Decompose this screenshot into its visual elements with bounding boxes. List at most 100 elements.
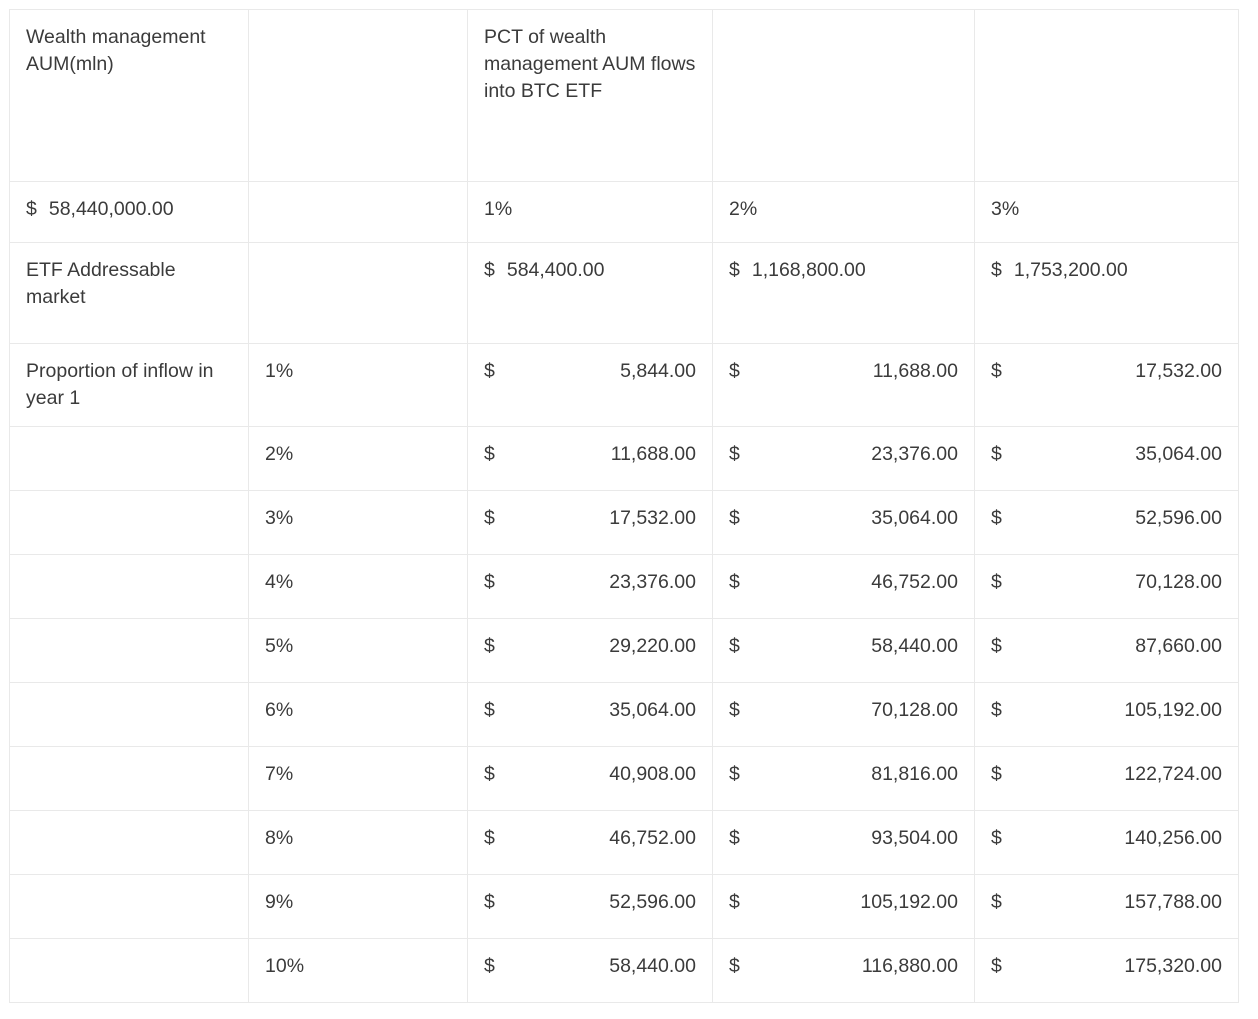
cell-inflow-value-scenario-1[interactable]: $17,532.00: [468, 490, 713, 554]
etf-addressable-market-row: ETF Addressable market $ 584,400.00 $ 1,…: [10, 243, 1239, 344]
cell-proportion-of-inflow-label[interactable]: Proportion of inflow in year 1: [10, 344, 249, 427]
cell-inflow-value-scenario-1[interactable]: $46,752.00: [468, 810, 713, 874]
currency-symbol: $: [991, 358, 1008, 385]
blank-text: [26, 441, 232, 442]
cell-inflow-value-scenario-2[interactable]: $58,440.00: [713, 618, 975, 682]
cell-pct-of-wealth-management-header[interactable]: PCT of wealth management AUM flows into …: [468, 10, 713, 182]
cell-scenario-header-1pct[interactable]: 1%: [468, 182, 713, 243]
money-value: $175,320.00: [991, 953, 1222, 980]
amount-text: 58,440,000.00: [49, 196, 174, 223]
cell-inflow-value-scenario-2[interactable]: $93,504.00: [713, 810, 975, 874]
cell-inflow-proportion-percent[interactable]: 3%: [249, 490, 468, 554]
amount-text: 105,192.00: [1124, 697, 1222, 724]
blank-text: [26, 825, 232, 826]
cell-inflow-value-scenario-3[interactable]: $87,660.00: [975, 618, 1239, 682]
cell-row-label-blank[interactable]: [10, 490, 249, 554]
cell-inflow-value-scenario-2[interactable]: $11,688.00: [713, 344, 975, 427]
currency-symbol: $: [484, 257, 507, 284]
currency-symbol: $: [484, 697, 501, 724]
pct-flows-into-btc-etf-label: PCT of wealth management AUM flows into …: [484, 26, 695, 102]
cell-inflow-value-scenario-3[interactable]: $70,128.00: [975, 554, 1239, 618]
cell-etf-addressable-market-label[interactable]: ETF Addressable market: [10, 243, 249, 344]
cell-inflow-value-scenario-1[interactable]: $23,376.00: [468, 554, 713, 618]
cell-inflow-value-scenario-1[interactable]: $58,440.00: [468, 938, 713, 1002]
cell-row-label-blank[interactable]: [10, 938, 249, 1002]
etf-addressable-market-table: Wealth management AUM(mln) PCT of wealth…: [9, 9, 1239, 1003]
cell-row-label-blank[interactable]: [10, 682, 249, 746]
money-value: $46,752.00: [484, 825, 696, 852]
cell-inflow-proportion-percent[interactable]: 7%: [249, 746, 468, 810]
cell-inflow-proportion-percent[interactable]: 1%: [249, 344, 468, 427]
cell-inflow-value-scenario-1[interactable]: $40,908.00: [468, 746, 713, 810]
money-value: $46,752.00: [729, 569, 958, 596]
cell-row-label-blank[interactable]: [10, 874, 249, 938]
cell-inflow-value-scenario-1[interactable]: $11,688.00: [468, 426, 713, 490]
money-value: $40,908.00: [484, 761, 696, 788]
cell-inflow-value-scenario-3[interactable]: $105,192.00: [975, 682, 1239, 746]
cell-inflow-value-scenario-2[interactable]: $81,816.00: [713, 746, 975, 810]
cell-inflow-proportion-percent[interactable]: 2%: [249, 426, 468, 490]
cell-inflow-proportion-percent[interactable]: 10%: [249, 938, 468, 1002]
cell-aum-amount[interactable]: $ 58,440,000.00: [10, 182, 249, 243]
money-value: $58,440.00: [484, 953, 696, 980]
cell-inflow-value-scenario-2[interactable]: $105,192.00: [713, 874, 975, 938]
cell-addressable-market-3pct[interactable]: $ 1,753,200.00: [975, 243, 1239, 344]
cell-inflow-proportion-percent[interactable]: 9%: [249, 874, 468, 938]
cell-inflow-value-scenario-2[interactable]: $23,376.00: [713, 426, 975, 490]
cell-inflow-value-scenario-2[interactable]: $35,064.00: [713, 490, 975, 554]
blank-text: [26, 761, 232, 762]
money-value: $23,376.00: [729, 441, 958, 468]
cell-header-blank-1[interactable]: [249, 10, 468, 182]
cell-inflow-proportion-percent[interactable]: 6%: [249, 682, 468, 746]
currency-symbol: $: [484, 505, 501, 532]
cell-inflow-value-scenario-1[interactable]: $5,844.00: [468, 344, 713, 427]
cell-addressable-market-2pct[interactable]: $ 1,168,800.00: [713, 243, 975, 344]
blank-text: [26, 889, 232, 890]
cell-scenario-header-2pct[interactable]: 2%: [713, 182, 975, 243]
cell-header-blank-3[interactable]: [975, 10, 1239, 182]
wealth-management-aum-label: Wealth management AUM(mln): [26, 26, 206, 75]
currency-symbol: $: [729, 761, 746, 788]
cell-inflow-proportion-percent[interactable]: 4%: [249, 554, 468, 618]
cell-row-label-blank[interactable]: [10, 746, 249, 810]
cell-row-label-blank[interactable]: [10, 618, 249, 682]
cell-aum-blank[interactable]: [249, 182, 468, 243]
cell-addressable-market-1pct[interactable]: $ 584,400.00: [468, 243, 713, 344]
cell-inflow-value-scenario-3[interactable]: $157,788.00: [975, 874, 1239, 938]
cell-inflow-value-scenario-2[interactable]: $46,752.00: [713, 554, 975, 618]
cell-addressable-blank[interactable]: [249, 243, 468, 344]
cell-inflow-value-scenario-2[interactable]: $116,880.00: [713, 938, 975, 1002]
currency-symbol: $: [991, 697, 1008, 724]
cell-inflow-value-scenario-3[interactable]: $35,064.00: [975, 426, 1239, 490]
table-row: 6%$35,064.00$70,128.00$105,192.00: [10, 682, 1239, 746]
cell-inflow-value-scenario-3[interactable]: $17,532.00: [975, 344, 1239, 427]
cell-row-label-blank[interactable]: [10, 426, 249, 490]
cell-inflow-value-scenario-3[interactable]: $122,724.00: [975, 746, 1239, 810]
table-row: Proportion of inflow in year 1 1% $5,844.0…: [10, 344, 1239, 427]
cell-inflow-value-scenario-3[interactable]: $140,256.00: [975, 810, 1239, 874]
amount-text: 17,532.00: [609, 505, 696, 532]
cell-inflow-value-scenario-3[interactable]: $175,320.00: [975, 938, 1239, 1002]
amount-text: 29,220.00: [609, 633, 696, 660]
cell-inflow-value-scenario-3[interactable]: $52,596.00: [975, 490, 1239, 554]
cell-scenario-header-3pct[interactable]: 3%: [975, 182, 1239, 243]
cell-inflow-proportion-percent[interactable]: 5%: [249, 618, 468, 682]
money-value: $52,596.00: [991, 505, 1222, 532]
cell-inflow-proportion-percent[interactable]: 8%: [249, 810, 468, 874]
cell-inflow-value-scenario-1[interactable]: $52,596.00: [468, 874, 713, 938]
cell-row-label-blank[interactable]: [10, 810, 249, 874]
cell-inflow-value-scenario-1[interactable]: $35,064.00: [468, 682, 713, 746]
cell-header-blank-2[interactable]: [713, 10, 975, 182]
cell-row-label-blank[interactable]: [10, 554, 249, 618]
currency-symbol: $: [484, 825, 501, 852]
currency-symbol: $: [484, 441, 501, 468]
inflow-proportion-percent: 7%: [265, 763, 293, 785]
cell-inflow-value-scenario-2[interactable]: $70,128.00: [713, 682, 975, 746]
currency-symbol: $: [991, 569, 1008, 596]
cell-inflow-value-scenario-1[interactable]: $29,220.00: [468, 618, 713, 682]
inflow-proportion-percent: 1%: [265, 360, 293, 382]
amount-text: 584,400.00: [507, 257, 605, 284]
inflow-proportion-percent: 9%: [265, 891, 293, 913]
cell-wealth-management-aum-header[interactable]: Wealth management AUM(mln): [10, 10, 249, 182]
table-row: 7% $40,908.00 $81,816.00$122,724.00: [10, 746, 1239, 810]
